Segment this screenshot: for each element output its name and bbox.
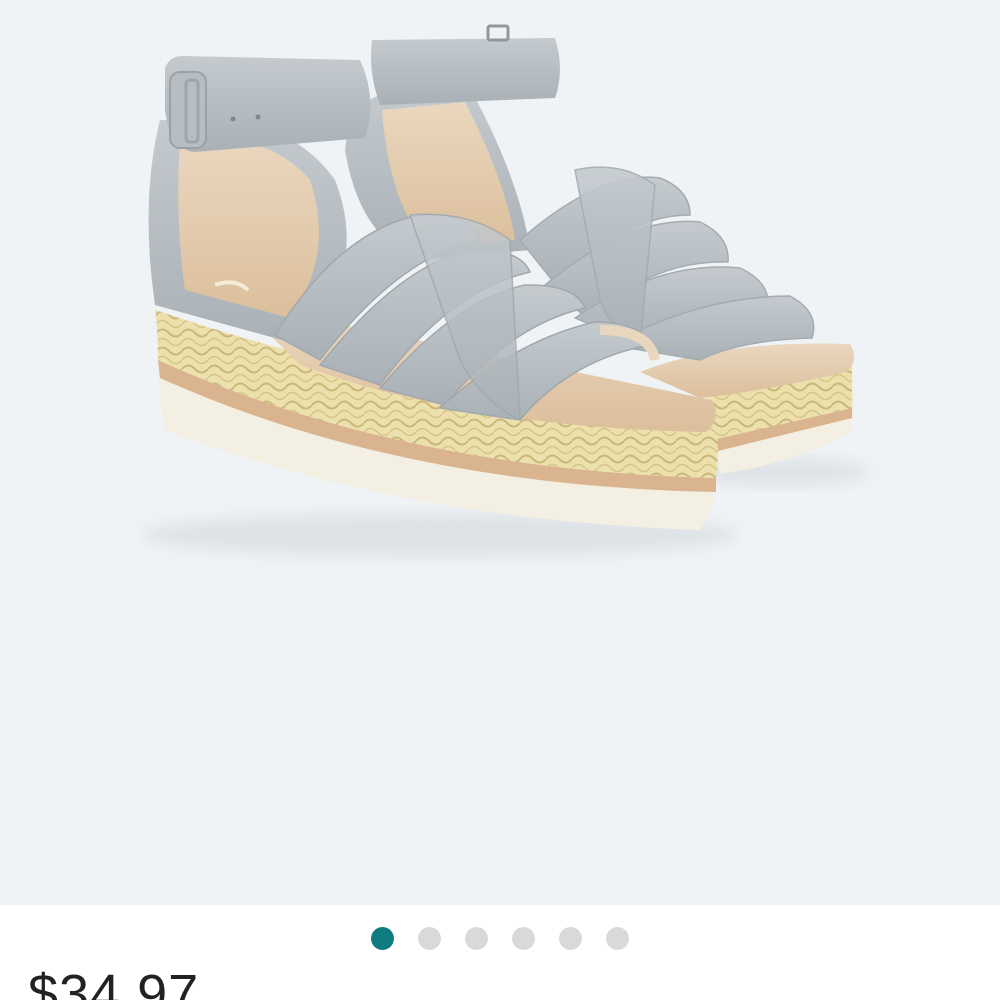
- carousel-dot-2[interactable]: [418, 926, 441, 950]
- carousel-dot-5[interactable]: [559, 926, 582, 950]
- carousel-dot-3[interactable]: [465, 926, 488, 950]
- carousel-indicators: [0, 924, 1000, 952]
- carousel-dot-4[interactable]: [512, 926, 535, 950]
- carousel-dot-6[interactable]: [606, 926, 629, 950]
- product-price: $34.97: [28, 964, 200, 1000]
- product-page: $34.97: [0, 0, 1000, 1000]
- carousel-dot-1[interactable]: [371, 926, 394, 950]
- sandal-icon: [140, 24, 870, 557]
- product-image-gallery[interactable]: [0, 0, 1000, 905]
